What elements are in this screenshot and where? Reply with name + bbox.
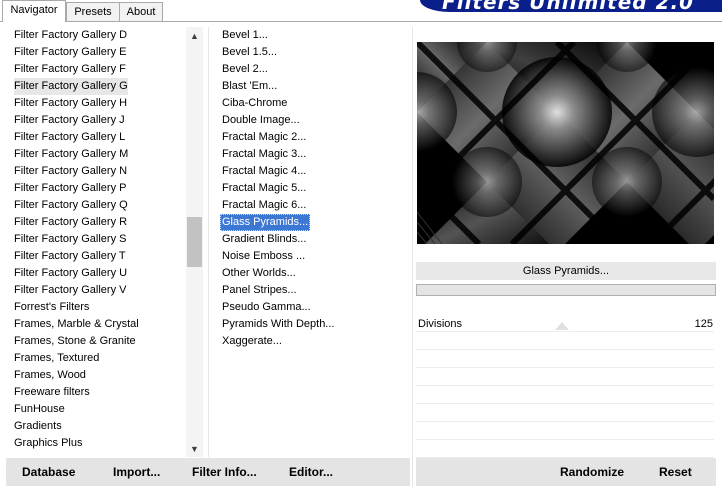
filter-item[interactable]: Fractal Magic 2... — [222, 129, 306, 146]
param-row-empty — [416, 386, 714, 404]
param-row-empty — [416, 350, 714, 368]
category-item[interactable]: Filter Factory Gallery J — [14, 112, 125, 129]
filter-item[interactable]: Ciba-Chrome — [222, 95, 287, 112]
filter-item[interactable]: Xaggerate... — [222, 333, 282, 350]
category-item[interactable]: Freeware filters — [14, 384, 90, 401]
current-filter-name: Glass Pyramids... — [522, 265, 610, 277]
param-row-empty — [416, 368, 714, 386]
filter-item[interactable]: Bevel 2... — [222, 61, 268, 78]
filter-item[interactable]: Noise Emboss ... — [222, 248, 305, 265]
filter-item[interactable]: Other Worlds... — [222, 265, 296, 282]
category-item[interactable]: FunHouse — [14, 401, 65, 418]
filter-item[interactable]: Fractal Magic 5... — [222, 180, 306, 197]
banner: Filters Unlimited 2.0 — [420, 0, 722, 12]
panel-divider — [412, 27, 413, 487]
filter-item[interactable]: Glass Pyramids... — [220, 214, 311, 231]
category-item[interactable]: Filter Factory Gallery E — [14, 44, 126, 61]
filter-item[interactable]: Bevel 1... — [222, 27, 268, 44]
import-button[interactable]: Import... — [113, 461, 160, 483]
category-item[interactable]: Filter Factory Gallery N — [14, 163, 127, 180]
param-value: 125 — [694, 318, 713, 330]
filter-item[interactable]: Double Image... — [222, 112, 300, 129]
filter-item[interactable]: Pyramids With Depth... — [222, 316, 334, 333]
param-row-empty — [416, 332, 714, 350]
category-item[interactable]: Frames, Textured — [14, 350, 99, 367]
filter-item[interactable]: Blast 'Em... — [222, 78, 277, 95]
scrollbar-thumb[interactable] — [187, 217, 202, 267]
tab-presets[interactable]: Presets — [66, 2, 120, 21]
category-item[interactable]: Frames, Marble & Crystal — [14, 316, 139, 333]
tab-divider — [0, 21, 722, 22]
filter-item[interactable]: Pseudo Gamma... — [222, 299, 311, 316]
param-row-empty — [416, 440, 714, 458]
category-item[interactable]: Filter Factory Gallery Q — [14, 197, 128, 214]
filter-item[interactable]: Fractal Magic 6... — [222, 197, 306, 214]
panel-divider — [208, 27, 209, 457]
filter-item[interactable]: Panel Stripes... — [222, 282, 297, 299]
category-item[interactable]: Filter Factory Gallery U — [14, 265, 127, 282]
param-label: Divisions — [418, 318, 463, 330]
filter-item[interactable]: Fractal Magic 3... — [222, 146, 306, 163]
category-item[interactable]: Filter Factory Gallery G — [14, 78, 128, 95]
category-item[interactable]: Filter Factory Gallery M — [14, 146, 128, 163]
category-item[interactable]: Filter Factory Gallery R — [14, 214, 127, 231]
category-item[interactable]: Frames, Wood — [14, 367, 86, 384]
param-row-empty — [416, 404, 714, 422]
filter-item[interactable]: Gradient Blinds... — [222, 231, 306, 248]
category-item[interactable]: Filter Factory Gallery D — [14, 27, 127, 44]
category-item[interactable]: Filter Factory Gallery H — [14, 95, 127, 112]
category-item[interactable]: Filter Factory Gallery T — [14, 248, 126, 265]
filter-item[interactable]: Fractal Magic 4... — [222, 163, 306, 180]
filter-info-button[interactable]: Filter Info... — [192, 461, 257, 483]
banner-title: Filters Unlimited 2.0 — [442, 0, 694, 12]
reset-button[interactable]: Reset — [659, 461, 692, 483]
category-item[interactable]: Filter Factory Gallery P — [14, 180, 126, 197]
editor-button[interactable]: Editor... — [289, 461, 333, 483]
category-item[interactable]: Filter Factory Gallery V — [14, 282, 126, 299]
category-item[interactable]: Filter Factory Gallery F — [14, 61, 126, 78]
category-item[interactable]: Forrest's Filters — [14, 299, 89, 316]
randomize-button[interactable]: Randomize — [560, 461, 624, 483]
filter-item[interactable]: Bevel 1.5... — [222, 44, 277, 61]
category-item[interactable]: Frames, Stone & Granite — [14, 333, 136, 350]
scroll-down-arrow-icon[interactable]: ▼ — [186, 441, 203, 457]
database-button[interactable]: Database — [22, 461, 75, 483]
tab-strip: Navigator Presets About — [0, 0, 420, 22]
progress-bar — [416, 284, 716, 296]
category-item[interactable]: Graphics Plus — [14, 435, 82, 452]
category-item[interactable]: Filter Factory Gallery L — [14, 129, 125, 146]
glass-pyramids-preview — [417, 42, 714, 244]
tab-about[interactable]: About — [119, 2, 163, 21]
preview-image — [417, 42, 714, 244]
param-row-empty — [416, 422, 714, 440]
tab-navigator[interactable]: Navigator — [2, 0, 66, 22]
param-slider[interactable] — [555, 322, 569, 330]
category-item[interactable]: Gradients — [14, 418, 62, 435]
scroll-up-arrow-icon[interactable]: ▲ — [186, 28, 203, 44]
category-item[interactable]: Filter Factory Gallery S — [14, 231, 126, 248]
